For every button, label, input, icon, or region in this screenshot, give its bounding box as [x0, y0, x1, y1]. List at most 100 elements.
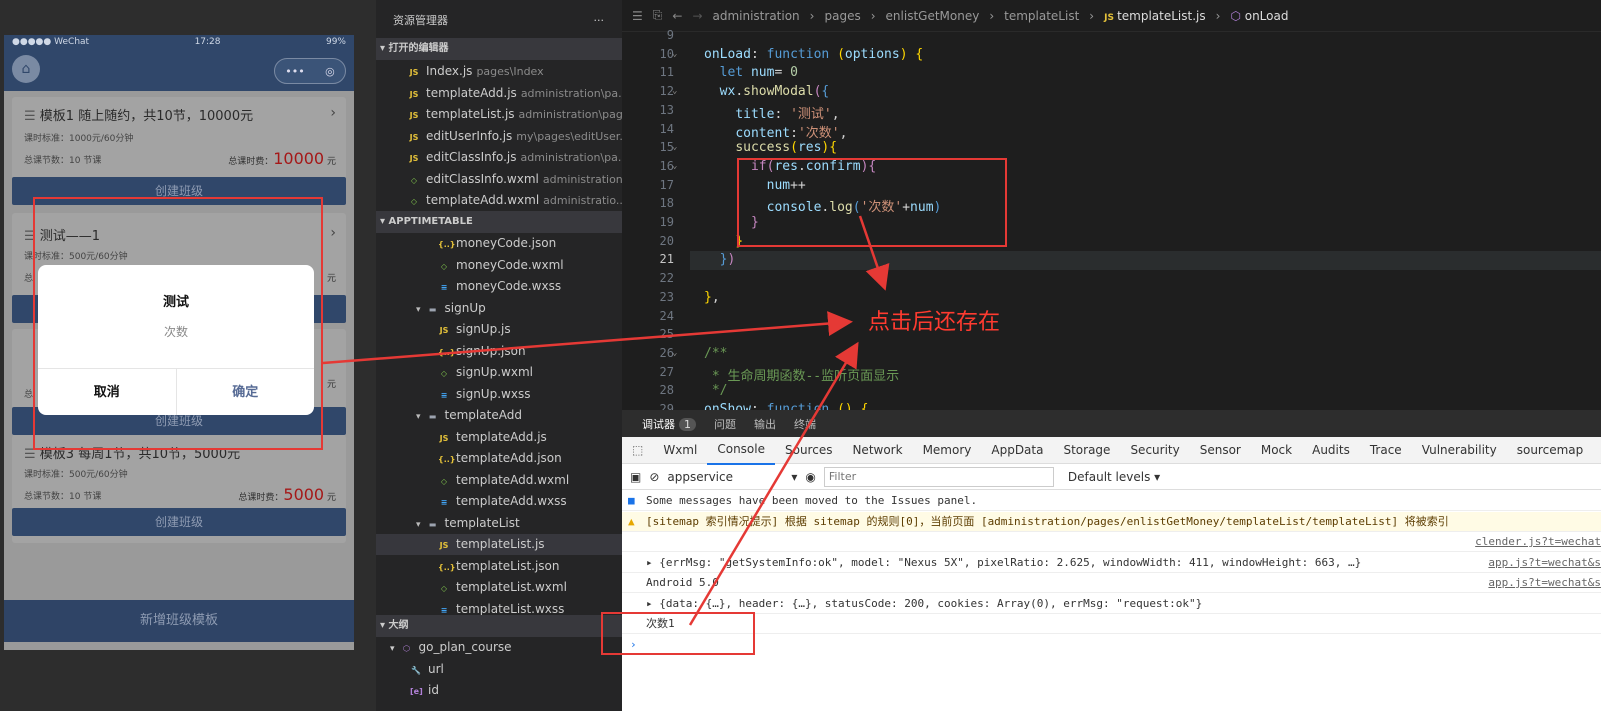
close-icon[interactable]: ◎ [325, 65, 335, 78]
home-icon[interactable]: ⌂ [12, 55, 40, 83]
console-prompt[interactable]: › [622, 635, 1601, 655]
code-line[interactable]: }) [704, 252, 736, 267]
outline-item[interactable]: ▾ ⬡ go_plan_course [376, 637, 622, 658]
devtools-tab-network[interactable]: Network [842, 437, 912, 464]
code-line[interactable]: */ [704, 383, 728, 398]
explorer-panel: 资源管理器 ··· ▾ 打开的编辑器 JS Index.js pages\Index… [376, 0, 622, 711]
breadcrumb-symbol[interactable]: ⬡ onLoad [1230, 9, 1288, 23]
clear-console-icon[interactable]: ⊘ [649, 470, 659, 484]
filter-input[interactable] [823, 466, 1054, 487]
tab-debugger[interactable]: 调试器 1 [642, 416, 696, 432]
menu-capsule[interactable]: ••• ◎ [274, 58, 346, 84]
file-item[interactable]: {..}signUp.json [376, 341, 622, 362]
file-item[interactable]: JS templateList.js [376, 534, 622, 555]
wxml-file-icon: ◇ [440, 369, 448, 378]
bookmark-icon[interactable]: ⎘ [653, 8, 663, 23]
source-link[interactable]: app.js?t=wechat&s [1488, 553, 1601, 572]
outline-item[interactable]: [e] id [376, 680, 622, 701]
inspect-icon[interactable]: ⬚ [622, 437, 653, 464]
open-editors-header[interactable]: ▾ 打开的编辑器 [376, 38, 622, 60]
file-item[interactable]: ◇ templateList.wxml [376, 577, 622, 598]
open-editor-item[interactable]: JS templateList.js administration\pag... [376, 104, 622, 125]
devtools-tab-vulnerability[interactable]: Vulnerability [1412, 437, 1507, 464]
devtools-tab-appdata[interactable]: AppData [981, 437, 1053, 464]
file-item[interactable]: ◇ signUp.wxml [376, 362, 622, 383]
devtools-tab-sources[interactable]: Sources [775, 437, 842, 464]
fold-icon[interactable]: ⌄ [672, 49, 677, 59]
code-line[interactable]: }, [704, 290, 720, 305]
open-editor-item[interactable]: JS editClassInfo.js administration\pa... [376, 147, 622, 168]
template-card[interactable]: ☰ 模板3 每周1节，共10节，5000元 课时标准：500元/60分钟 总课节… [12, 435, 346, 543]
devtools-tab-console[interactable]: Console [707, 436, 775, 465]
devtools-tab-mock[interactable]: Mock [1251, 437, 1302, 464]
fold-icon[interactable]: ⌄ [672, 161, 677, 171]
devtools-tab-sensor[interactable]: Sensor [1190, 437, 1251, 464]
devtools-tab-storage[interactable]: Storage [1053, 437, 1120, 464]
breadcrumb-file[interactable]: JS templateList.js [1104, 9, 1206, 23]
folder-item[interactable]: ▾ ▬ templateList [376, 513, 622, 534]
code-line[interactable]: * 生命周期函数--监听页面显示 [704, 365, 899, 384]
file-item[interactable]: JS templateAdd.js [376, 427, 622, 448]
devtools-tab-security[interactable]: Security [1120, 437, 1189, 464]
fold-icon[interactable]: ⌄ [672, 86, 677, 96]
breadcrumb-item[interactable]: templateList [1004, 9, 1079, 23]
more-icon[interactable]: ••• [285, 65, 304, 78]
devtools-panel: 调试器 1 问题 输出 终端 ⬚ Wxml Console Sources Networ… [622, 410, 1601, 711]
code-line[interactable]: /** [704, 346, 727, 361]
open-editor-item[interactable]: ◇editClassInfo.wxmladministration... [376, 169, 622, 190]
folder-item[interactable]: ▾ ▬ templateAdd [376, 405, 622, 426]
devtools-tab-sourcemap[interactable]: sourcemap [1507, 437, 1594, 464]
outline-item[interactable]: 🔧 url [376, 659, 622, 680]
back-icon[interactable]: ← [672, 9, 682, 23]
project-header[interactable]: ▾ APPTIMETABLE [376, 211, 622, 233]
tab-issues[interactable]: 问题 [714, 416, 736, 432]
breadcrumb-item[interactable]: pages [824, 9, 860, 23]
eye-icon[interactable]: ◉ [805, 470, 815, 484]
forward-icon[interactable]: → [692, 9, 702, 23]
file-item[interactable]: {..}templateAdd.json [376, 448, 622, 469]
open-editor-item[interactable]: JS Index.js pages\Index [376, 61, 622, 82]
file-item[interactable]: JS signUp.js [376, 319, 622, 340]
file-item[interactable]: ◇ moneyCode.wxml [376, 255, 622, 276]
levels-select[interactable]: Default levels ▾ [1068, 470, 1160, 484]
add-template-button[interactable]: 新增班级模板 [4, 600, 354, 642]
folder-icon: ▬ [428, 519, 437, 529]
devtools-tab-wxml[interactable]: Wxml [653, 437, 707, 464]
card-count: 总 [24, 274, 34, 284]
tab-terminal[interactable]: 终端 [794, 416, 816, 432]
devtools-tab-audits[interactable]: Audits [1302, 437, 1360, 464]
breadcrumb-item[interactable]: enlistGetMoney [886, 9, 980, 23]
source-link[interactable]: clender.js?t=wechat [1475, 532, 1601, 551]
devtools-tab-trace[interactable]: Trace [1360, 437, 1412, 464]
file-item[interactable]: {..}templateList.json [376, 556, 622, 577]
open-editor-item[interactable]: JS editUserInfo.js my\pages\editUser... [376, 126, 622, 147]
open-editor-item[interactable]: ◇ templateAdd.wxml administratio... [376, 190, 622, 211]
code-line[interactable]: title: '测试', [704, 103, 839, 122]
sidebar-toggle-icon[interactable]: ▣ [630, 470, 641, 484]
code-line[interactable]: success(res){ [704, 140, 837, 155]
file-item[interactable]: ◇ templateAdd.wxml [376, 470, 622, 491]
code-line[interactable]: onLoad: function (options) { [704, 47, 923, 62]
list-icon[interactable]: ☰ [632, 9, 643, 23]
breadcrumb-item[interactable]: administration [713, 9, 800, 23]
create-class-button[interactable]: 创建班级 [12, 508, 346, 536]
open-editor-item[interactable]: JS templateAdd.js administration\pa... [376, 83, 622, 104]
devtools-tab-memory[interactable]: Memory [913, 437, 982, 464]
template-card[interactable]: ☰ 模板1 随上随约，共10节，10000元 › 课时标准：1000元/60分钟… [12, 97, 346, 205]
code-line[interactable]: let num= 0 [704, 65, 798, 80]
outline-header[interactable]: ▾ 大纲 [376, 615, 622, 637]
code-line[interactable]: content:'次数', [704, 122, 847, 141]
more-actions-icon[interactable]: ··· [594, 14, 605, 27]
tab-output[interactable]: 输出 [754, 416, 776, 432]
file-item[interactable]: {..}moneyCode.json [376, 233, 622, 254]
js-file-icon: JS [439, 433, 449, 443]
context-select[interactable]: appservice ▾ [667, 470, 797, 484]
source-link[interactable]: app.js?t=wechat&s [1488, 573, 1601, 592]
code-line[interactable]: wx.showModal({ [704, 84, 830, 99]
fold-icon[interactable]: ⌄ [672, 142, 677, 152]
file-item[interactable]: ≡ moneyCode.wxss [376, 276, 622, 297]
fold-icon[interactable]: ⌄ [672, 348, 677, 358]
folder-item[interactable]: ▾ ▬ signUp [376, 298, 622, 319]
file-item[interactable]: ≡ signUp.wxss [376, 384, 622, 405]
file-item[interactable]: ≡ templateAdd.wxss [376, 491, 622, 512]
